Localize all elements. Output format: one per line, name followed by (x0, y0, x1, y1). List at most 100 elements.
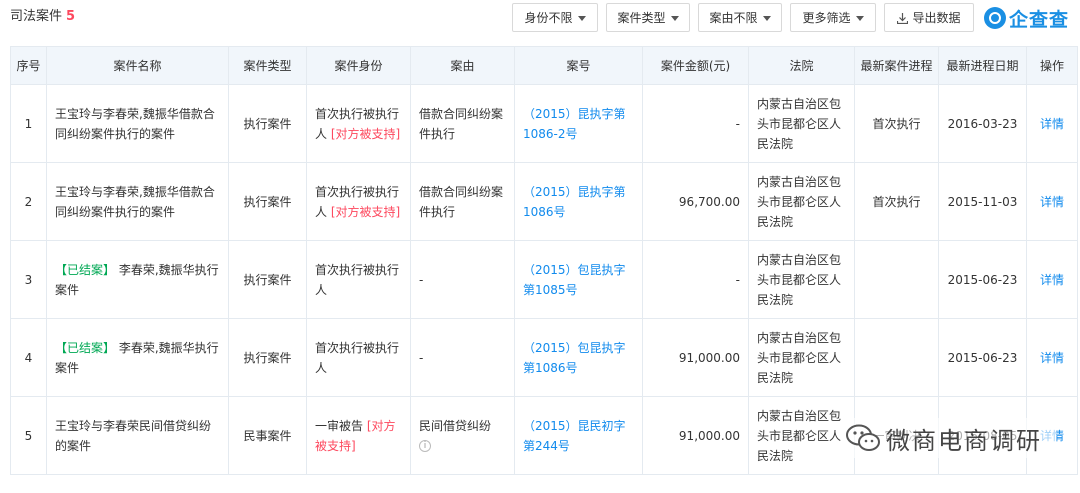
cell-court: 内蒙古自治区包头市昆都仑区人民法院 (748, 162, 855, 241)
cell-progress-date: 2015-11-03 (938, 162, 1027, 241)
section-title: 司法案件 5 (10, 8, 75, 26)
cell-case-name: 王宝玲与李春荣民间借贷纠纷的案件 (46, 396, 229, 475)
cell-cause: 民间借贷纠纷 i (410, 396, 515, 475)
table-row: 3 【已结案】 李春荣,魏振华执行案件 执行案件 首次执行被执行人 - （201… (10, 240, 1078, 319)
col-cause: 案由 (410, 46, 515, 85)
cell-progress (854, 240, 939, 319)
cause-text: 民间借贷纠纷 (419, 418, 492, 433)
case-number-link[interactable]: （2015）包昆执字第1085号 (523, 263, 626, 297)
cell-case-type: 民事案件 (228, 396, 307, 475)
cell-index: 3 (10, 240, 47, 319)
wechat-icon (846, 424, 880, 451)
cell-progress-date: 2015-06-23 (938, 318, 1027, 397)
cell-amount: - (642, 84, 749, 163)
cell-case-name: 王宝玲与李春荣,魏振华借款合同纠纷案件执行的案件 (46, 84, 229, 163)
cell-cause: 借款合同纠纷案件执行 (410, 162, 515, 241)
cell-progress (854, 318, 939, 397)
cell-amount: 91,000.00 (642, 396, 749, 475)
info-icon[interactable]: i (419, 440, 431, 452)
cell-case-type: 执行案件 (228, 240, 307, 319)
toolbar: 司法案件 5 身份不限 案件类型 案由不限 更多筛选 导出数据 企查查 (0, 0, 1080, 40)
role-text: 首次执行被执行人 (315, 262, 400, 297)
col-role: 案件身份 (306, 46, 411, 85)
cell-case-name: 【已结案】 李春荣,魏振华执行案件 (46, 318, 229, 397)
filter-role-button[interactable]: 身份不限 (512, 3, 598, 32)
cell-case-type: 执行案件 (228, 318, 307, 397)
cell-index: 2 (10, 162, 47, 241)
cell-amount: - (642, 240, 749, 319)
case-name-text: 王宝玲与李春荣,魏振华借款合同纠纷案件执行的案件 (55, 184, 215, 219)
caret-down-icon (670, 16, 679, 21)
detail-link[interactable]: 详情 (1040, 117, 1064, 131)
cell-progress-date: 2015-06-23 (938, 240, 1027, 319)
cell-cause: - (410, 318, 515, 397)
cell-cause: 借款合同纠纷案件执行 (410, 84, 515, 163)
col-case-number: 案号 (514, 46, 643, 85)
filter-more-button[interactable]: 更多筛选 (790, 3, 876, 32)
cell-court: 内蒙古自治区包头市昆都仑区人民法院 (748, 240, 855, 319)
caret-down-icon (762, 16, 771, 21)
table-row: 2 王宝玲与李春荣,魏振华借款合同纠纷案件执行的案件 执行案件 首次执行被执行人… (10, 162, 1078, 241)
detail-link[interactable]: 详情 (1040, 195, 1064, 209)
case-number-link[interactable]: （2015）昆民初字第244号 (523, 419, 626, 453)
case-count: 5 (66, 9, 76, 24)
col-progress: 最新案件进程 (854, 46, 939, 85)
caret-down-icon (855, 16, 864, 21)
cell-role: 首次执行被执行人 (306, 318, 411, 397)
detail-link[interactable]: 详情 (1040, 351, 1064, 365)
cell-index: 1 (10, 84, 47, 163)
case-number-link[interactable]: （2015）包昆执字第1086号 (523, 341, 626, 375)
table-header-row: 序号 案件名称 案件类型 案件身份 案由 案号 案件金额(元) 法院 最新案件进… (10, 46, 1078, 85)
cases-table: 序号 案件名称 案件类型 案件身份 案由 案号 案件金额(元) 法院 最新案件进… (10, 46, 1078, 475)
filter-case-type-label: 案件类型 (617, 11, 666, 25)
export-label: 导出数据 (912, 11, 961, 25)
role-text: 一审被告 (315, 418, 364, 433)
col-progress-date: 最新进程日期 (938, 46, 1027, 85)
case-number-link[interactable]: （2015）昆执字第1086-2号 (523, 107, 626, 141)
cell-index: 5 (10, 396, 47, 475)
cell-case-number: （2015）包昆执字第1086号 (514, 318, 643, 397)
filter-cause-label: 案由不限 (709, 11, 758, 25)
table-row: 1 王宝玲与李春荣,魏振华借款合同纠纷案件执行的案件 执行案件 首次执行被执行人… (10, 84, 1078, 163)
cell-action: 详情 (1026, 84, 1078, 163)
cell-amount: 91,000.00 (642, 318, 749, 397)
cell-case-type: 执行案件 (228, 84, 307, 163)
cell-court: 内蒙古自治区包头市昆都仑区人民法院 (748, 84, 855, 163)
cell-case-number: （2015）昆执字第1086-2号 (514, 84, 643, 163)
cell-role: 首次执行被执行人 [对方被支持] (306, 162, 411, 241)
cell-case-number: （2015）包昆执字第1085号 (514, 240, 643, 319)
filter-case-type-button[interactable]: 案件类型 (606, 3, 690, 32)
col-court: 法院 (748, 46, 855, 85)
cell-court: 内蒙古自治区包头市昆都仑区人民法院 (748, 396, 855, 475)
wechat-watermark: 微商电商调研 (846, 418, 1056, 458)
case-name-text: 王宝玲与李春荣民间借贷纠纷的案件 (55, 418, 212, 453)
download-icon (897, 13, 909, 24)
case-name-text: 王宝玲与李春荣,魏振华借款合同纠纷案件执行的案件 (55, 106, 215, 141)
filter-cause-button[interactable]: 案由不限 (698, 3, 782, 32)
role-text: 首次执行被执行人 (315, 340, 400, 375)
table-row: 4 【已结案】 李春荣,魏振华执行案件 执行案件 首次执行被执行人 - （201… (10, 318, 1078, 397)
cell-court: 内蒙古自治区包头市昆都仑区人民法院 (748, 318, 855, 397)
cell-action: 详情 (1026, 240, 1078, 319)
export-button[interactable]: 导出数据 (884, 3, 974, 32)
role-flag: [对方被支持] (330, 204, 401, 219)
cell-role: 首次执行被执行人 [对方被支持] (306, 84, 411, 163)
case-number-link[interactable]: （2015）昆执字第1086号 (523, 185, 626, 219)
detail-link[interactable]: 详情 (1040, 273, 1064, 287)
cell-case-name: 【已结案】 李春荣,魏振华执行案件 (46, 240, 229, 319)
col-action: 操作 (1026, 46, 1078, 85)
cell-role: 一审被告 [对方被支持] (306, 396, 411, 475)
cell-amount: 96,700.00 (642, 162, 749, 241)
logo-text: 企查查 (1009, 8, 1070, 31)
cell-case-type: 执行案件 (228, 162, 307, 241)
cell-case-number: （2015）昆执字第1086号 (514, 162, 643, 241)
cell-index: 4 (10, 318, 47, 397)
closed-tag: 【已结案】 (55, 262, 116, 277)
closed-tag: 【已结案】 (55, 340, 116, 355)
filter-role-label: 身份不限 (524, 11, 573, 25)
caret-down-icon (577, 16, 586, 21)
cell-role: 首次执行被执行人 (306, 240, 411, 319)
col-case-type: 案件类型 (228, 46, 307, 85)
cell-progress-date: 2016-03-23 (938, 84, 1027, 163)
qichacha-logo: 企查查 (984, 4, 1076, 32)
